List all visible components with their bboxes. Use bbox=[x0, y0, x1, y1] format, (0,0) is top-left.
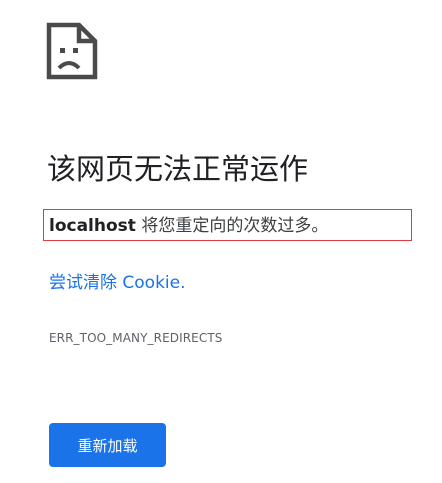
reload-button[interactable]: 重新加载 bbox=[49, 423, 166, 467]
page-title: 该网页无法正常运作 bbox=[47, 152, 309, 186]
error-message: 将您重定向的次数过多。 bbox=[135, 216, 329, 236]
sad-document-icon bbox=[46, 22, 98, 80]
error-description: localhost 将您重定向的次数过多。 bbox=[49, 214, 328, 238]
error-code: ERR_TOO_MANY_REDIRECTS bbox=[49, 331, 223, 345]
clear-cookies-link[interactable]: 尝试清除 Cookie. bbox=[49, 271, 186, 295]
error-page: 该网页无法正常运作 localhost 将您重定向的次数过多。 尝试清除 Coo… bbox=[0, 0, 442, 483]
error-host: localhost bbox=[49, 216, 136, 236]
